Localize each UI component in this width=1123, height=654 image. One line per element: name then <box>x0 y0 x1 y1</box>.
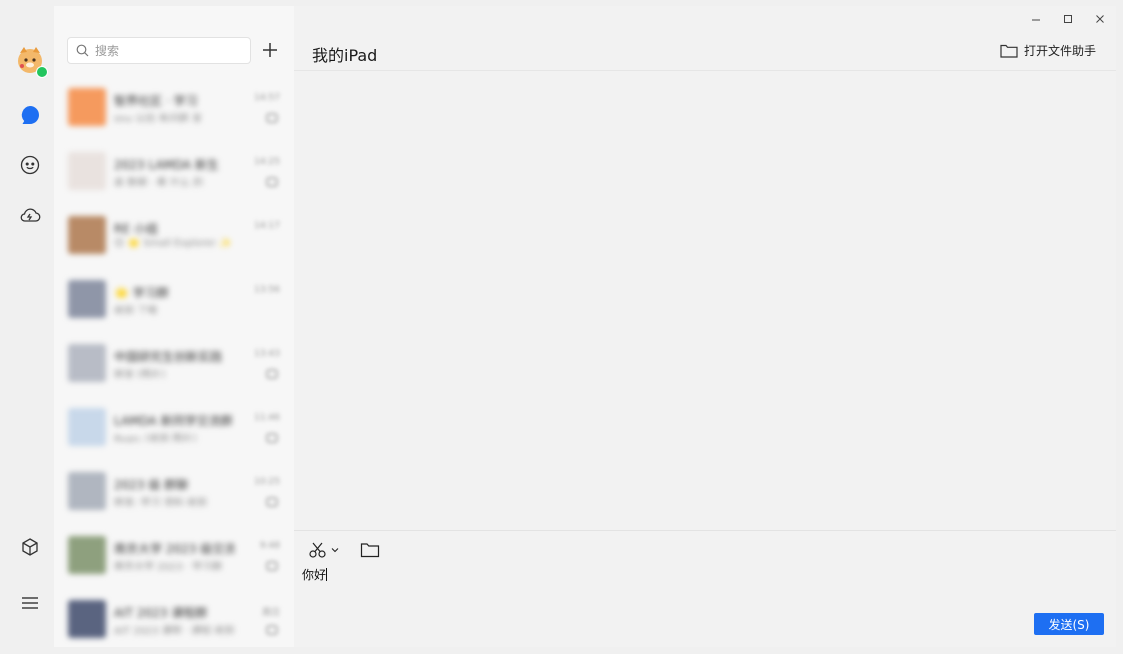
send-file-button[interactable] <box>360 541 380 559</box>
conversation-name: 智界社区 · 学习 <box>114 94 198 106</box>
conversation-item[interactable]: 🌟 学习群收到 了哦 13:56 <box>54 268 294 332</box>
search-input[interactable] <box>93 42 247 59</box>
conversation-name: LAMDA 新同学交流群 <box>114 414 233 426</box>
apps-cube-icon[interactable] <box>18 535 42 559</box>
conversation-time: 10:25 <box>254 477 280 487</box>
muted-bell-icon <box>266 433 278 443</box>
conversation-item[interactable]: LAMDA 新同学交流群 Ryan: [收到 图片] 11:46 <box>54 396 294 460</box>
online-status-dot <box>36 66 48 78</box>
search-box[interactable] <box>67 37 251 64</box>
open-file-assistant-label: 打开文件助手 <box>1023 44 1096 58</box>
maximize-icon <box>1064 15 1072 23</box>
muted-bell-icon <box>266 369 278 379</box>
user-avatar[interactable] <box>14 44 48 78</box>
conversation-snippet: AIT 2023 课程 · 通知 收到 <box>114 626 235 634</box>
muted-bell-icon <box>266 625 278 635</box>
conversation-time: 14:57 <box>254 93 280 103</box>
conversation-item[interactable]: RE 小组 😊 🌟 Small Explorer ✨ 14:17 <box>54 204 294 268</box>
conversation-snippet: 高 数据 · 看 什么 的 <box>114 178 204 186</box>
app-window: 智界社区 · 学习 imy 以后 有问题 发 14:57 2023 LAMDA 新生高… <box>6 6 1116 647</box>
close-icon <box>1096 15 1104 23</box>
muted-bell-icon <box>266 561 278 571</box>
message-input-text: 你好 <box>302 568 327 582</box>
scissors-icon <box>309 542 326 558</box>
minimize-icon <box>1032 19 1040 21</box>
plus-icon <box>263 43 277 57</box>
conversation-snippet: 转发 [图片] <box>114 370 165 378</box>
conversation-snippet: imy 以后 有问题 发 <box>114 114 202 122</box>
message-area[interactable] <box>294 71 1116 530</box>
conversation-time: 14:17 <box>254 221 280 231</box>
muted-bell-icon <box>266 497 278 507</box>
conversation-list-panel: 智界社区 · 学习 imy 以后 有问题 发 14:57 2023 LAMDA 新生高… <box>54 6 294 647</box>
conversation-snippet: Ryan: [收到 图片] <box>114 434 197 442</box>
screenshot-tool-button[interactable] <box>308 541 339 559</box>
conversation-avatar <box>68 88 106 126</box>
conversation-name: AIT 2023 课程群 <box>114 606 208 618</box>
menu-icon[interactable] <box>18 591 42 615</box>
conversation-time: 周日 <box>261 608 280 618</box>
maximize-button[interactable] <box>1062 13 1074 25</box>
conversation-snippet: 😊 🌟 Small Explorer ✨ <box>114 238 232 249</box>
conversation-item[interactable]: 2023 LAMDA 新生高 数据 · 看 什么 的 14:25 <box>54 140 294 204</box>
conversation-snippet: 转发: 学习 资料 收到 <box>114 498 207 506</box>
conversation-avatar <box>68 280 106 318</box>
conversation-avatar <box>68 216 106 254</box>
conversation-time: 11:46 <box>254 413 280 423</box>
muted-bell-icon <box>266 113 278 123</box>
conversation-snippet: 南京大学 2023 · 学习群 <box>114 562 223 570</box>
composer-divider <box>294 530 1116 531</box>
conversation-avatar <box>68 472 106 510</box>
conversation-avatar <box>68 344 106 382</box>
search-icon <box>76 44 89 57</box>
conversation-item[interactable]: 中国研究生创新实践转发 [图片] 13:43 <box>54 332 294 396</box>
message-input[interactable]: 你好 <box>302 566 328 583</box>
conversation-avatar <box>68 600 106 638</box>
conversation-items: 智界社区 · 学习 imy 以后 有问题 发 14:57 2023 LAMDA 新生高… <box>54 76 294 647</box>
open-file-assistant-button[interactable]: 打开文件助手 <box>1000 42 1096 59</box>
conversation-snippet: 收到 了哦 <box>114 306 158 314</box>
conversation-name: RE 小组 <box>114 222 158 234</box>
conversation-avatar <box>68 152 106 190</box>
minimize-button[interactable] <box>1030 13 1042 25</box>
conversation-avatar <box>68 536 106 574</box>
chat-title: 我的iPad <box>312 46 378 65</box>
conversation-time: 13:56 <box>254 285 280 295</box>
conversation-name: 2023 级 群聊 <box>114 478 189 490</box>
conversation-name: 2023 LAMDA 新生 <box>114 158 219 170</box>
conversation-avatar <box>68 408 106 446</box>
cloud-nav-icon[interactable] <box>18 203 42 227</box>
conversation-name: 中国研究生创新实践 <box>114 350 223 362</box>
conversation-time: 13:43 <box>254 349 280 359</box>
text-caret <box>326 568 328 581</box>
conversation-time: 14:25 <box>254 157 280 167</box>
contacts-nav-icon[interactable] <box>18 153 42 177</box>
chat-nav-icon[interactable] <box>18 103 42 127</box>
folder-icon <box>1000 44 1018 58</box>
add-button[interactable] <box>260 40 280 60</box>
close-button[interactable] <box>1094 13 1106 25</box>
conversation-time: 9:48 <box>259 541 280 551</box>
conversation-name: 🌟 学习群 <box>114 286 169 298</box>
muted-bell-icon <box>266 177 278 187</box>
conversation-name: 南京大学 2023 级交流 <box>114 542 234 554</box>
chat-panel: 我的iPad 打开文件助手 你好 发送(S) <box>294 6 1116 647</box>
nav-rail <box>6 6 54 647</box>
send-button[interactable]: 发送(S) <box>1034 613 1104 635</box>
conversation-item[interactable]: 2023 级 群聊转发: 学习 资料 收到 10:25 <box>54 460 294 524</box>
chevron-down-icon[interactable] <box>331 547 339 553</box>
conversation-item[interactable]: 南京大学 2023 级交流南京大学 2023 · 学习群 9:48 <box>54 524 294 588</box>
conversation-item[interactable]: AIT 2023 课程群 AIT 2023 课程 · 通知 收到 周日 <box>54 588 294 647</box>
folder-icon <box>360 543 380 558</box>
conversation-item[interactable]: 智界社区 · 学习 imy 以后 有问题 发 14:57 <box>54 76 294 140</box>
